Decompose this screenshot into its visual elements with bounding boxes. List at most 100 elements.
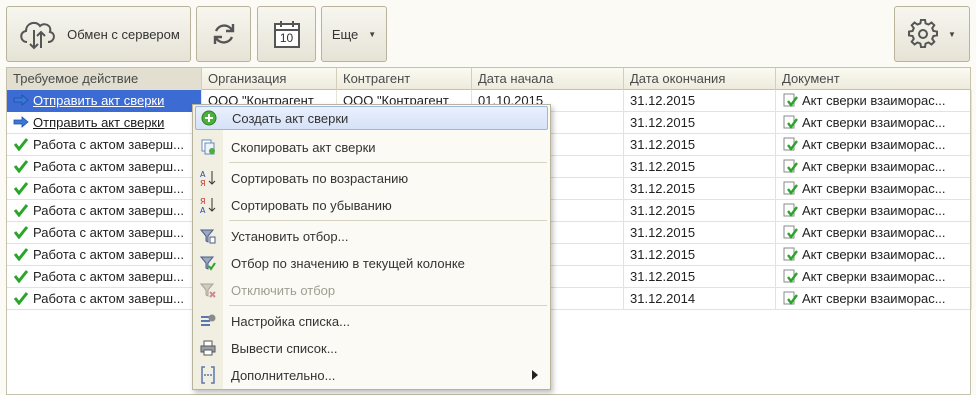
cell-document-text: Акт сверки взаиморас...	[802, 203, 946, 218]
checkmark-icon	[13, 158, 29, 174]
document-check-icon	[782, 224, 798, 239]
sort-ascending-icon: AЯ	[195, 169, 221, 187]
column-header-start-date[interactable]: Дата начала	[472, 68, 624, 90]
menu-item-label: Сортировать по возрастанию	[231, 170, 409, 186]
menu-separator	[229, 220, 547, 221]
document-check-icon	[782, 92, 798, 107]
calendar-button[interactable]: 10	[257, 6, 316, 62]
context-menu: Создать акт сверки Скопировать акт сверк…	[192, 104, 551, 390]
menu-item-create-act[interactable]: Создать акт сверки	[195, 106, 548, 130]
settings-button[interactable]: ▼	[894, 6, 970, 62]
menu-item-label: Скопировать акт сверки	[231, 139, 376, 155]
cell-action-text[interactable]: Отправить акт сверки	[33, 93, 164, 108]
document-check-icon	[782, 114, 798, 129]
cell-action-text: Работа с актом заверш...	[33, 203, 184, 218]
column-header-end-date[interactable]: Дата окончания	[624, 68, 776, 90]
refresh-button[interactable]	[196, 6, 251, 62]
cell-document: Акт сверки взаиморас...	[776, 244, 972, 266]
cell-action-text: Работа с актом заверш...	[33, 291, 184, 306]
cell-action: Работа с актом заверш...	[7, 134, 202, 156]
menu-item-label: Настройка списка...	[231, 313, 350, 329]
menu-item-label: Сортировать по убыванию	[231, 197, 392, 213]
calendar-icon: 10	[273, 19, 301, 49]
column-header-document[interactable]: Документ	[776, 68, 972, 90]
print-list-icon	[195, 340, 221, 356]
plus-circle-icon	[196, 110, 222, 126]
column-header-organization[interactable]: Организация	[202, 68, 337, 90]
cell-end-date: 31.12.2015	[624, 156, 776, 178]
cell-action-text: Работа с актом заверш...	[33, 137, 184, 152]
cell-action: Работа с актом заверш...	[7, 288, 202, 310]
cell-document: Акт сверки взаиморас...	[776, 222, 972, 244]
menu-item-sort-desc[interactable]: ЯA Сортировать по убыванию	[195, 193, 548, 217]
list-settings-icon	[195, 313, 221, 329]
document-check-icon	[782, 246, 798, 261]
checkmark-icon	[13, 224, 29, 240]
menu-item-filter-by-value[interactable]: Отбор по значению в текущей колонке	[195, 251, 548, 275]
cell-end-date-text: 31.12.2015	[630, 93, 696, 108]
document-check-icon	[782, 290, 798, 305]
document-check-icon	[782, 158, 798, 173]
arrow-right-icon	[13, 92, 29, 106]
cell-document-text: Акт сверки взаиморас...	[802, 225, 946, 240]
cell-end-date-text: 31.12.2015	[630, 247, 696, 262]
menu-item-sort-asc[interactable]: AЯ Сортировать по возрастанию	[195, 166, 548, 190]
cell-end-date: 31.12.2015	[624, 200, 776, 222]
menu-item-copy-act[interactable]: Скопировать акт сверки	[195, 135, 548, 159]
cell-end-date-text: 31.12.2015	[630, 269, 696, 284]
cell-action: Отправить акт сверки	[7, 112, 202, 134]
menu-item-label: Дополнительно...	[231, 367, 336, 383]
cell-document-text: Акт сверки взаиморас...	[802, 269, 946, 284]
filter-settings-icon	[195, 228, 221, 244]
cell-document: Акт сверки взаиморас...	[776, 200, 972, 222]
menu-item-print-list[interactable]: Вывести список...	[195, 336, 548, 360]
column-header-action[interactable]: Требуемое действие	[7, 68, 202, 90]
document-check-icon	[782, 202, 798, 217]
arrow-right-icon	[13, 114, 29, 128]
cell-end-date: 31.12.2015	[624, 134, 776, 156]
menu-item-more[interactable]: Дополнительно...	[195, 363, 548, 387]
exchange-with-server-button[interactable]: Обмен с сервером	[6, 6, 191, 62]
menu-item-list-settings[interactable]: Настройка списка...	[195, 309, 548, 333]
submenu-arrow-icon	[532, 370, 538, 380]
menu-item-disable-filter[interactable]: Отключить отбор	[195, 278, 548, 302]
document-check-icon	[782, 180, 798, 195]
checkmark-icon	[13, 290, 29, 306]
menu-separator	[229, 162, 547, 163]
cell-document: Акт сверки взаиморас...	[776, 288, 972, 310]
filter-off-icon	[195, 282, 221, 298]
exchange-button-label: Обмен с сервером	[67, 26, 180, 42]
svg-text:Я: Я	[200, 179, 206, 187]
cell-action-text: Работа с актом заверш...	[33, 159, 184, 174]
checkmark-icon	[13, 180, 29, 196]
cell-document-text: Акт сверки взаиморас...	[802, 247, 946, 262]
cell-action: Работа с актом заверш...	[7, 200, 202, 222]
cell-end-date: 31.12.2015	[624, 244, 776, 266]
cell-action: Отправить акт сверки	[7, 90, 202, 112]
cell-document-text: Акт сверки взаиморас...	[802, 181, 946, 196]
table-header: Требуемое действие Организация Контраген…	[7, 68, 970, 90]
document-check-icon	[782, 136, 798, 151]
cell-action-text[interactable]: Отправить акт сверки	[33, 115, 164, 130]
cell-end-date: 31.12.2015	[624, 222, 776, 244]
menu-item-label: Отбор по значению в текущей колонке	[231, 255, 465, 271]
cell-end-date-text: 31.12.2015	[630, 181, 696, 196]
more-button[interactable]: Еще ▼	[321, 6, 387, 62]
cell-end-date-text: 31.12.2015	[630, 203, 696, 218]
svg-text:A: A	[200, 206, 206, 214]
cell-end-date-text: 31.12.2015	[630, 115, 696, 130]
gear-icon	[908, 19, 939, 49]
cell-document-text: Акт сверки взаиморас...	[802, 115, 946, 130]
menu-item-set-filter[interactable]: Установить отбор...	[195, 224, 548, 248]
column-header-counterparty[interactable]: Контрагент	[337, 68, 472, 90]
cell-document: Акт сверки взаиморас...	[776, 112, 972, 134]
cell-document: Акт сверки взаиморас...	[776, 134, 972, 156]
cell-document-text: Акт сверки взаиморас...	[802, 159, 946, 174]
cell-action: Работа с актом заверш...	[7, 178, 202, 200]
checkmark-icon	[13, 268, 29, 284]
menu-separator	[229, 305, 547, 306]
svg-text:A: A	[200, 170, 206, 179]
document-check-icon	[782, 268, 798, 283]
toolbar: Обмен с сервером 10 Еще ▼ ▼	[0, 0, 976, 66]
cell-end-date: 31.12.2014	[624, 288, 776, 310]
